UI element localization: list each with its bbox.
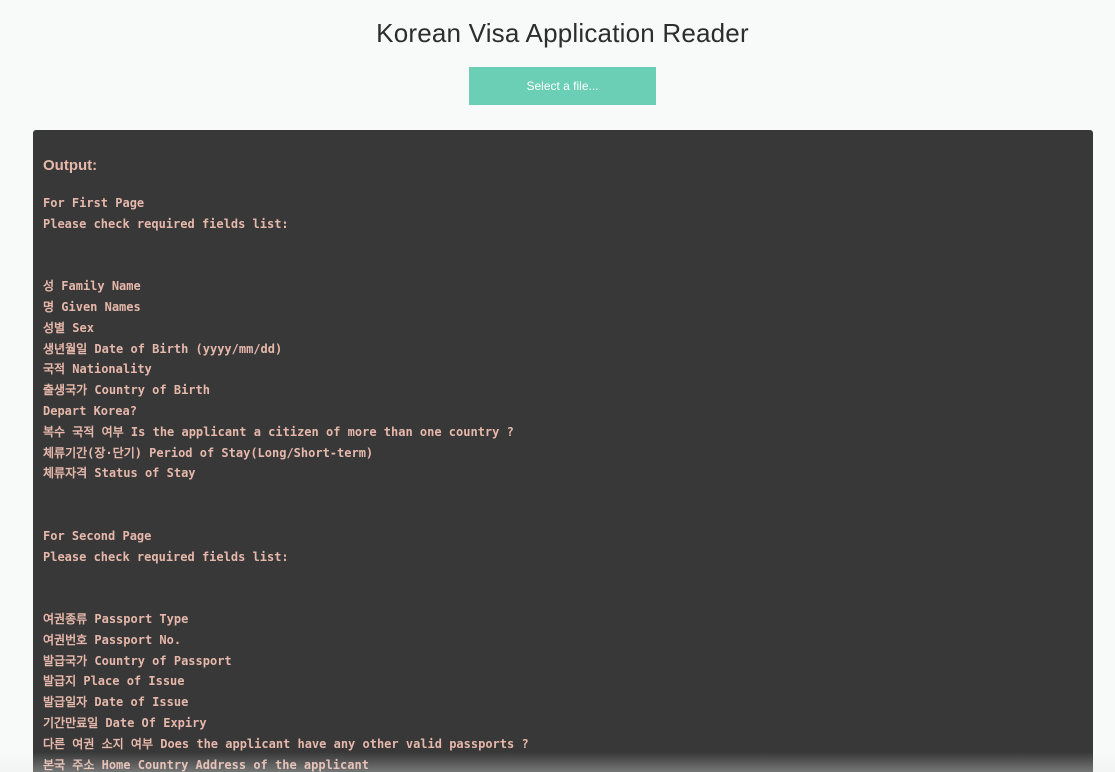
output-line: Please check required fields list: <box>43 549 289 564</box>
output-line: 기간만료일 Date Of Expiry <box>43 715 207 730</box>
output-panel: Output: For First Page Please check requi… <box>33 130 1093 772</box>
output-blank-line <box>43 255 529 276</box>
output-line: 체류자격 Status of Stay <box>43 466 196 481</box>
output-line: 발급일자 Date of Issue <box>43 695 189 710</box>
output-line: 국적 Nationality <box>43 362 152 377</box>
output-line: 복수 국적 여부 Is the applicant a citizen of m… <box>43 424 514 439</box>
output-line: For Second Page <box>43 528 152 543</box>
page-title: Korean Visa Application Reader <box>376 18 749 48</box>
output-blank-line <box>43 235 529 256</box>
output-blank-line <box>43 567 529 588</box>
output-line: 생년월일 Date of Birth (yyyy/mm/dd) <box>43 341 283 356</box>
output-line: 성별 Sex <box>43 320 94 335</box>
output-blank-line <box>43 484 529 505</box>
output-blank-line <box>43 588 529 609</box>
output-line: 명 Given Names <box>43 299 141 314</box>
output-heading: Output: <box>43 157 98 174</box>
output-line: 다른 여권 소지 여부 Does the applicant have any … <box>43 736 529 751</box>
output-blank-line <box>43 505 529 526</box>
output-lines: For First Page Please check required fiel… <box>43 193 529 772</box>
output-line: 여권번호 Passport No. <box>43 632 182 647</box>
output-line: 본국 주소 Home Country Address of the applic… <box>43 757 369 772</box>
output-line: 성 Family Name <box>43 279 141 294</box>
output-line: 발급지 Place of Issue <box>43 674 185 689</box>
output-line: Please check required fields list: <box>43 216 289 231</box>
output-line: 출생국가 Country of Birth <box>43 383 210 398</box>
output-line: 체류기간(장·단기) Period of Stay(Long/Short-ter… <box>43 445 374 460</box>
select-file-button[interactable]: Select a file... <box>469 67 656 105</box>
output-line: For First Page <box>43 196 145 210</box>
output-line: 여권종류 Passport Type <box>43 611 189 626</box>
output-line: 발급국가 Country of Passport <box>43 653 232 668</box>
output-line: Depart Korea? <box>43 403 137 418</box>
